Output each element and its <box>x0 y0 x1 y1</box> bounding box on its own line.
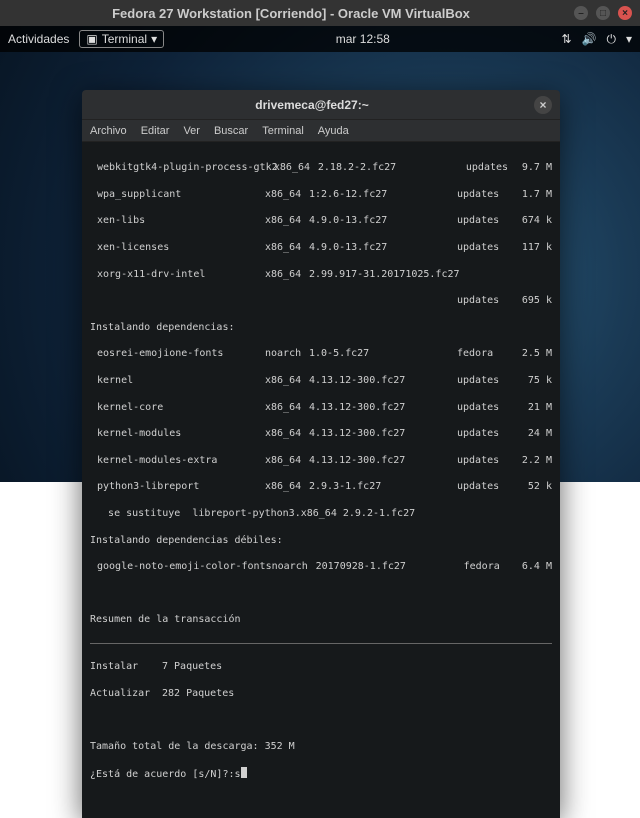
replace-line: se sustituye libreport-python3.x86_64 2.… <box>90 507 552 520</box>
activities-button[interactable]: Actividades <box>8 32 69 46</box>
volume-icon[interactable]: 🔊 <box>582 32 597 46</box>
pkg-repo: updates <box>466 161 522 174</box>
weak-deps-title: Instalando dependencias débiles: <box>90 534 552 547</box>
summary-title: Resumen de la transacción <box>90 613 552 626</box>
vbox-title: Fedora 27 Workstation [Corriendo] - Orac… <box>8 6 574 21</box>
confirm-prompt: ¿Está de acuerdo [s/N]?:s <box>90 769 241 780</box>
terminal-close-button[interactable]: × <box>534 96 552 114</box>
chevron-down-icon: ▾ <box>151 32 157 46</box>
menu-archivo[interactable]: Archivo <box>90 125 127 137</box>
vbox-titlebar: Fedora 27 Workstation [Corriendo] - Orac… <box>0 0 640 26</box>
download-size: Tamaño total de la descarga: 352 M <box>90 740 552 753</box>
menu-terminal[interactable]: Terminal <box>262 125 304 137</box>
menu-ver[interactable]: Ver <box>183 125 200 137</box>
app-menu[interactable]: ▣ Terminal ▾ <box>79 30 164 48</box>
install-count: 7 Paquetes <box>162 660 222 673</box>
pkg-name: webkitgtk4-plugin-process-gtk2 <box>97 161 274 174</box>
close-icon[interactable]: × <box>618 6 632 20</box>
update-label: Actualizar <box>90 687 162 700</box>
minimize-icon[interactable]: – <box>574 6 588 20</box>
maximize-icon[interactable]: □ <box>596 6 610 20</box>
deps-title: Instalando dependencias: <box>90 321 552 334</box>
terminal-window: drivemeca@fed27:~ × Archivo Editar Ver B… <box>82 90 560 818</box>
pkg-arch: x86_64 <box>274 161 318 174</box>
separator <box>90 643 552 644</box>
cursor-icon <box>241 767 247 778</box>
network-icon[interactable]: ⇅ <box>561 32 571 46</box>
menu-ayuda[interactable]: Ayuda <box>318 125 349 137</box>
gnome-topbar: Actividades ▣ Terminal ▾ mar 12:58 ⇅ 🔊 ⏻… <box>0 26 640 52</box>
update-count: 282 Paquetes <box>162 687 234 700</box>
power-icon[interactable]: ⏻ <box>606 32 616 47</box>
terminal-title: drivemeca@fed27:~ <box>90 98 534 112</box>
vbox-window-controls: – □ × <box>574 6 632 20</box>
clock[interactable]: mar 12:58 <box>164 32 561 46</box>
menu-buscar[interactable]: Buscar <box>214 125 248 137</box>
install-label: Instalar <box>90 660 162 673</box>
terminal-icon: ▣ <box>86 32 97 46</box>
guest-desktop: Actividades ▣ Terminal ▾ mar 12:58 ⇅ 🔊 ⏻… <box>0 26 640 482</box>
app-menu-label: Terminal <box>102 32 147 46</box>
chevron-down-icon[interactable]: ▾ <box>626 32 632 46</box>
menu-editar[interactable]: Editar <box>141 125 170 137</box>
terminal-menubar: Archivo Editar Ver Buscar Terminal Ayuda <box>82 120 560 142</box>
pkg-ver: 2.18.2-2.fc27 <box>318 161 466 174</box>
terminal-body[interactable]: webkitgtk4-plugin-process-gtk2x86_642.18… <box>82 142 560 818</box>
terminal-titlebar[interactable]: drivemeca@fed27:~ × <box>82 90 560 120</box>
pkg-size: 9.7 M <box>522 161 552 174</box>
